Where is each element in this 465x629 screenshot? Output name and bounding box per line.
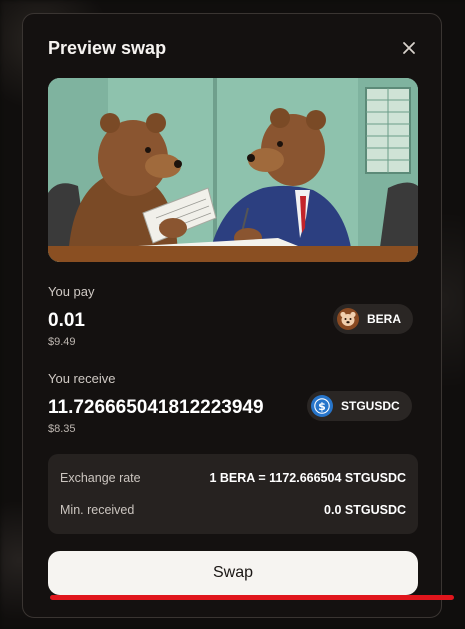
receive-token-selector[interactable]: $ STGUSDC <box>307 391 412 421</box>
swap-button[interactable]: Swap <box>48 551 418 595</box>
red-annotation-underline <box>50 595 454 600</box>
bears-illustration <box>48 78 418 262</box>
pay-amount: 0.01 <box>48 310 85 331</box>
usdc-icon: $ <box>311 395 333 417</box>
exchange-rate-row: Exchange rate 1 BERA = 1172.666504 STGUS… <box>60 469 406 487</box>
bear-icon <box>337 308 359 330</box>
preview-swap-modal: Preview swap You pay 0.01 $9.49 BERA You… <box>22 13 442 618</box>
pay-token-symbol: BERA <box>367 312 402 326</box>
pay-usd-value: $9.49 <box>48 336 76 348</box>
pay-token-selector[interactable]: BERA <box>333 304 414 334</box>
min-received-value: 0.0 STGUSDC <box>324 503 406 517</box>
exchange-rate-label: Exchange rate <box>60 471 141 485</box>
svg-text:$: $ <box>318 400 326 413</box>
min-received-label: Min. received <box>60 503 135 517</box>
receive-token-symbol: STGUSDC <box>341 399 400 413</box>
modal-title: Preview swap <box>48 38 167 58</box>
receive-amount: 11.726665041812223949 <box>48 397 264 418</box>
you-receive-label: You receive <box>48 371 116 386</box>
exchange-rate-value: 1 BERA = 1172.666504 STGUSDC <box>209 471 406 485</box>
receive-usd-value: $8.35 <box>48 423 76 435</box>
close-button[interactable] <box>401 40 417 56</box>
you-pay-label: You pay <box>48 284 95 299</box>
swap-details-panel: Exchange rate 1 BERA = 1172.666504 STGUS… <box>48 454 418 534</box>
min-received-row: Min. received 0.0 STGUSDC <box>60 501 406 519</box>
close-icon <box>403 42 415 54</box>
